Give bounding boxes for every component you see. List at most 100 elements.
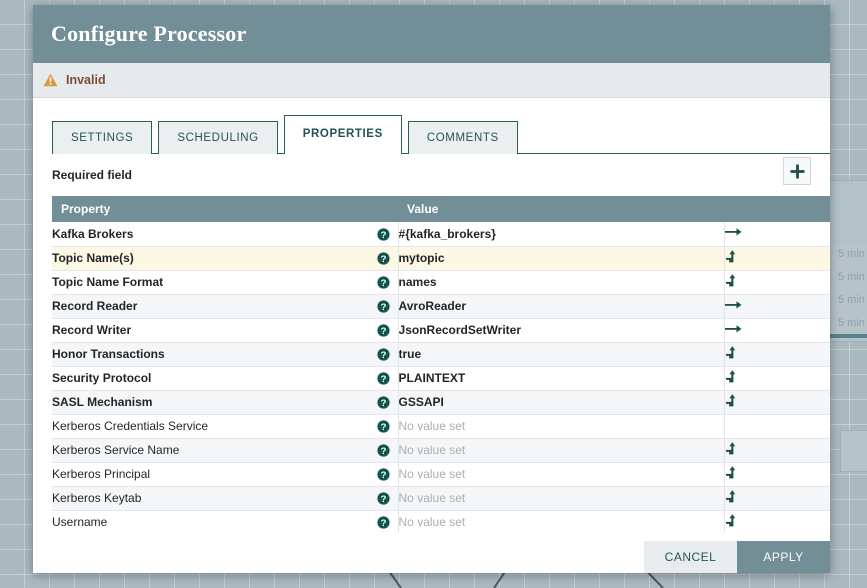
expression-arrow-icon[interactable] — [725, 274, 736, 287]
background-processor-box-2[interactable] — [840, 430, 867, 472]
apply-button[interactable]: APPLY — [737, 541, 830, 573]
property-help-cell[interactable]: ? — [370, 510, 399, 532]
question-mark-icon[interactable]: ? — [377, 300, 390, 313]
table-row[interactable]: Kerberos Principal? No value set — [52, 462, 830, 487]
property-value-cell[interactable]: mytopic — [398, 246, 725, 271]
question-mark-icon[interactable]: ? — [377, 228, 390, 241]
table-row[interactable]: Kerberos Credentials Service? No value se… — [52, 414, 830, 439]
property-help-cell[interactable]: ? — [370, 366, 399, 391]
expression-arrow-icon[interactable] — [725, 442, 736, 455]
property-help-cell[interactable]: ? — [370, 222, 399, 247]
question-mark-icon[interactable]: ? — [377, 420, 390, 433]
property-value-cell[interactable]: true — [398, 342, 725, 367]
question-mark-icon[interactable]: ? — [377, 276, 390, 289]
question-mark-icon[interactable]: ? — [377, 468, 390, 481]
property-action-cell[interactable] — [723, 318, 830, 343]
validation-status-bar: Invalid — [33, 63, 830, 98]
status-badge: Invalid — [66, 73, 106, 87]
property-help-cell[interactable]: ? — [370, 390, 399, 415]
property-name-cell: Kerberos Principal — [52, 462, 370, 487]
question-mark-icon[interactable]: ? — [377, 372, 390, 385]
tab-properties[interactable]: PROPERTIES — [283, 115, 402, 154]
property-name-cell: Honor Transactions — [52, 342, 370, 367]
property-help-cell[interactable]: ? — [370, 318, 399, 343]
question-mark-icon[interactable]: ? — [377, 492, 390, 505]
question-mark-icon[interactable]: ? — [377, 444, 390, 457]
property-help-cell[interactable]: ? — [370, 342, 399, 367]
arrow-right-icon[interactable] — [725, 299, 742, 311]
property-name: Username — [52, 515, 108, 529]
property-name-cell: Record Writer — [52, 318, 370, 343]
property-action-cell[interactable] — [723, 414, 830, 439]
property-name: Topic Name(s) — [52, 251, 134, 265]
properties-table-container[interactable]: Property Value Kafka Brokers? #{kafka_bro… — [52, 196, 830, 532]
expression-arrow-icon[interactable] — [725, 490, 736, 503]
table-row[interactable]: Kerberos Service Name? No value set — [52, 438, 830, 463]
svg-text:?: ? — [381, 350, 387, 361]
property-action-cell[interactable] — [723, 246, 830, 271]
expression-arrow-icon[interactable] — [725, 370, 736, 383]
property-name: Kerberos Service Name — [52, 443, 180, 457]
property-action-cell[interactable] — [723, 462, 830, 487]
question-mark-icon[interactable]: ? — [377, 516, 390, 529]
table-row[interactable]: Username? No value set — [52, 510, 830, 532]
expression-arrow-icon[interactable] — [725, 250, 736, 263]
property-action-cell[interactable] — [723, 294, 830, 319]
property-value-cell[interactable]: names — [398, 270, 725, 295]
property-help-cell[interactable]: ? — [370, 462, 399, 487]
table-row[interactable]: Kafka Brokers? #{kafka_brokers} — [52, 222, 830, 247]
property-name-cell: Security Protocol — [52, 366, 370, 391]
property-value-cell[interactable]: No value set — [398, 438, 725, 463]
expression-arrow-icon[interactable] — [725, 394, 736, 407]
property-value-cell[interactable]: AvroReader — [398, 294, 725, 319]
property-value-cell[interactable]: GSSAPI — [398, 390, 725, 415]
property-value-cell[interactable]: #{kafka_brokers} — [398, 222, 725, 247]
table-row[interactable]: Topic Name(s)? mytopic — [52, 246, 830, 271]
question-mark-icon[interactable]: ? — [377, 252, 390, 265]
add-property-button[interactable] — [783, 157, 811, 185]
table-row[interactable]: Record Reader? AvroReader — [52, 294, 830, 319]
property-action-cell[interactable] — [723, 390, 830, 415]
property-value-cell[interactable]: No value set — [398, 510, 725, 532]
property-help-cell[interactable]: ? — [370, 246, 399, 271]
property-value-cell[interactable]: PLAINTEXT — [398, 366, 725, 391]
question-mark-icon[interactable]: ? — [377, 396, 390, 409]
property-help-cell[interactable]: ? — [370, 438, 399, 463]
expression-arrow-icon[interactable] — [725, 466, 736, 479]
table-row[interactable]: Record Writer? JsonRecordSetWriter — [52, 318, 830, 343]
property-action-cell[interactable] — [723, 342, 830, 367]
property-value-cell[interactable]: JsonRecordSetWriter — [398, 318, 725, 343]
apply-button-label: APPLY — [763, 550, 804, 564]
property-value-cell[interactable]: No value set — [398, 462, 725, 487]
property-help-cell[interactable]: ? — [370, 294, 399, 319]
question-mark-icon[interactable]: ? — [377, 324, 390, 337]
expression-arrow-icon[interactable] — [725, 514, 736, 527]
property-help-cell[interactable]: ? — [370, 486, 399, 511]
tab-settings[interactable]: SETTINGS — [52, 121, 153, 154]
property-name: Record Writer — [52, 323, 132, 337]
property-help-cell[interactable]: ? — [370, 270, 399, 295]
table-row[interactable]: SASL Mechanism? GSSAPI — [52, 390, 830, 415]
property-action-cell[interactable] — [723, 270, 830, 295]
property-value-cell[interactable]: No value set — [398, 414, 725, 439]
table-row[interactable]: Honor Transactions? true — [52, 342, 830, 367]
property-action-cell[interactable] — [723, 510, 830, 532]
property-action-cell[interactable] — [723, 486, 830, 511]
property-action-cell[interactable] — [723, 366, 830, 391]
arrow-right-icon[interactable] — [725, 226, 742, 238]
arrow-right-icon[interactable] — [725, 323, 742, 335]
property-value-cell[interactable]: No value set — [398, 486, 725, 511]
expression-arrow-icon[interactable] — [725, 346, 736, 359]
property-help-cell[interactable]: ? — [370, 414, 399, 439]
question-mark-icon[interactable]: ? — [377, 348, 390, 361]
svg-text:?: ? — [381, 494, 387, 505]
tab-scheduling[interactable]: SCHEDULING — [158, 121, 278, 154]
table-row[interactable]: Kerberos Keytab? No value set — [52, 486, 830, 511]
svg-text:?: ? — [381, 326, 387, 337]
tab-comments[interactable]: COMMENTS — [407, 121, 518, 154]
table-row[interactable]: Topic Name Format? names — [52, 270, 830, 295]
property-action-cell[interactable] — [723, 222, 830, 247]
property-action-cell[interactable] — [723, 438, 830, 463]
cancel-button[interactable]: CANCEL — [644, 541, 737, 573]
table-row[interactable]: Security Protocol? PLAINTEXT — [52, 366, 830, 391]
